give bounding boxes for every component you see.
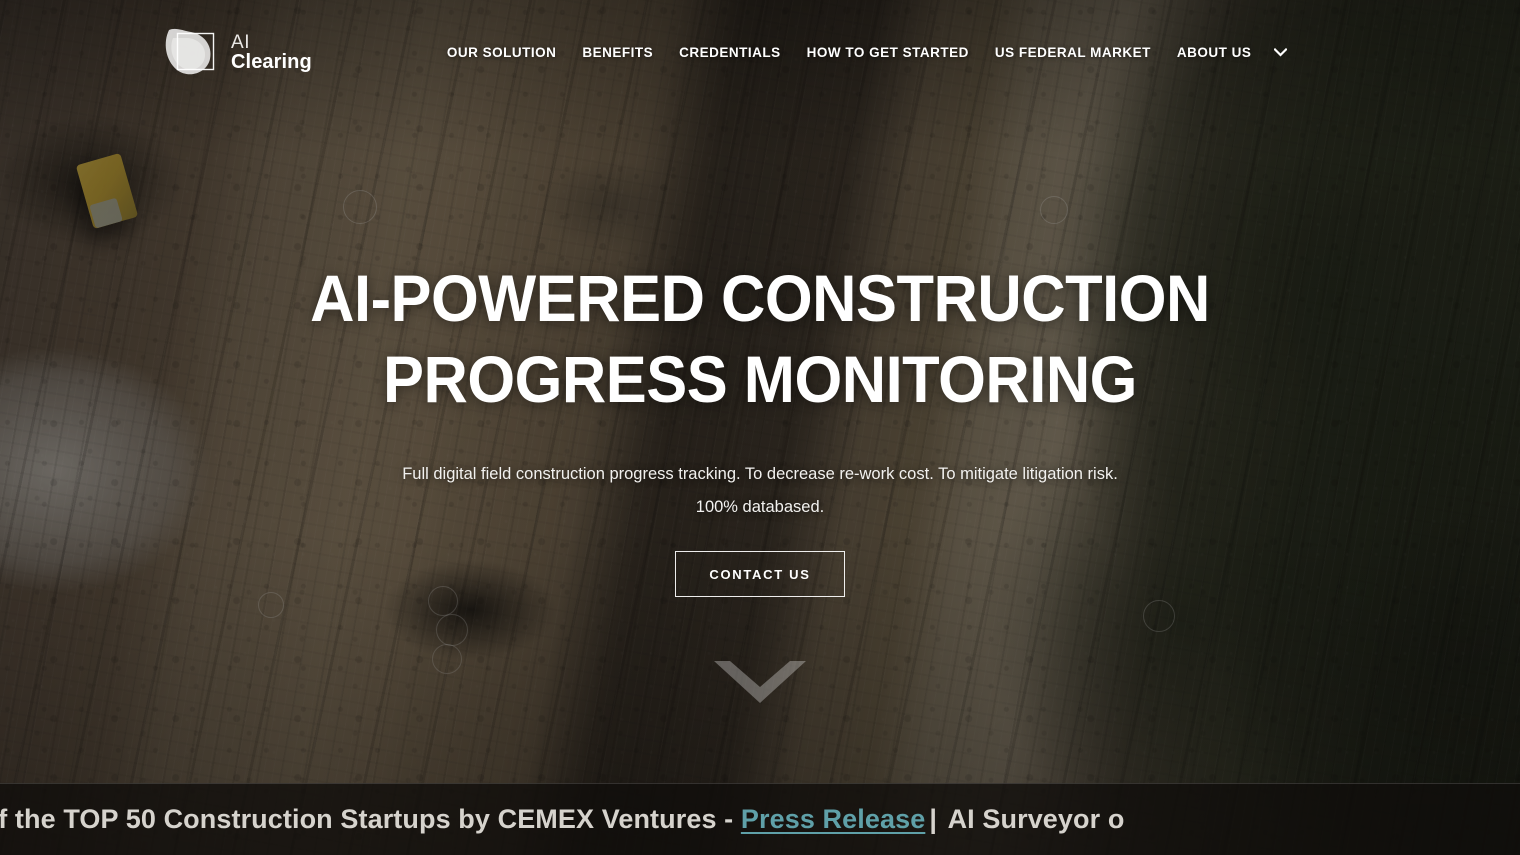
ticker-separator: | bbox=[929, 804, 937, 834]
nav-item-credentials[interactable]: CREDENTIALS bbox=[666, 45, 794, 60]
brand-logo-link[interactable]: AI Clearing bbox=[163, 26, 312, 79]
brand-name-line2: Clearing bbox=[231, 50, 312, 73]
contact-us-button[interactable]: CONTACT US bbox=[675, 551, 845, 598]
site-header: AI Clearing OUR SOLUTION BENEFITS CREDEN… bbox=[0, 0, 1520, 105]
brand-name-line1: AI bbox=[231, 31, 251, 53]
hero-section: AI Clearing OUR SOLUTION BENEFITS CREDEN… bbox=[0, 0, 1520, 855]
scroll-down-chevron-icon[interactable] bbox=[708, 657, 812, 709]
ticker-text-before-link: ned as one of the TOP 50 Construction St… bbox=[0, 804, 734, 834]
nav-item-benefits[interactable]: BENEFITS bbox=[569, 45, 666, 60]
press-release-link[interactable]: Press Release bbox=[741, 804, 925, 834]
page-title: AI-POWERED CONSTRUCTION PROGRESS MONITOR… bbox=[53, 258, 1467, 420]
chevron-down-icon[interactable] bbox=[1268, 48, 1293, 57]
subtitle-line-1: Full digital field construction progress… bbox=[402, 465, 1118, 484]
primary-navigation: OUR SOLUTION BENEFITS CREDENTIALS HOW TO… bbox=[434, 45, 1294, 60]
nav-item-about-us[interactable]: ABOUT US bbox=[1164, 45, 1265, 60]
ticker-content: ned as one of the TOP 50 Construction St… bbox=[0, 804, 1124, 835]
ai-clearing-logo-icon bbox=[163, 26, 220, 79]
announcement-ticker-bar: ned as one of the TOP 50 Construction St… bbox=[0, 783, 1520, 855]
nav-item-us-federal-market[interactable]: US FEDERAL MARKET bbox=[982, 45, 1164, 60]
nav-item-how-to-get-started[interactable]: HOW TO GET STARTED bbox=[794, 45, 982, 60]
hero-content: AI-POWERED CONSTRUCTION PROGRESS MONITOR… bbox=[0, 0, 1520, 709]
hero-subtitle: Full digital field construction progress… bbox=[345, 458, 1175, 524]
headline-line-2: PROGRESS MONITORING bbox=[383, 342, 1137, 417]
ticker-text-after-link: AI Surveyor o bbox=[940, 804, 1125, 834]
nav-item-our-solution[interactable]: OUR SOLUTION bbox=[434, 45, 570, 60]
headline-line-1: AI-POWERED CONSTRUCTION bbox=[310, 261, 1210, 335]
subtitle-line-2: 100% databased. bbox=[695, 498, 825, 517]
